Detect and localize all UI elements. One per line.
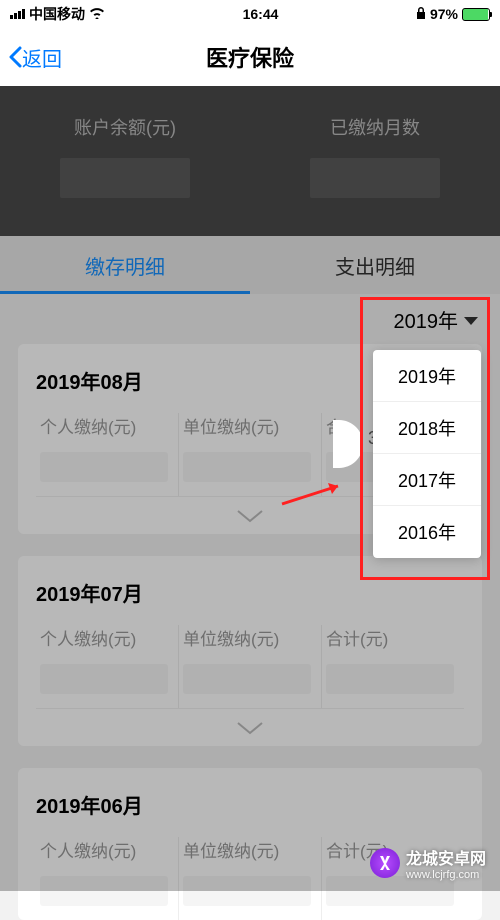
back-button[interactable]: 返回 <box>0 43 62 72</box>
chevron-down-icon <box>464 308 478 331</box>
total-col: 合计(元) <box>322 625 464 708</box>
company-col: 单位缴纳(元) <box>179 837 322 920</box>
watermark: 龙城安卓网 www.lcjrfg.com <box>370 845 486 881</box>
carrier-label: 中国移动 <box>29 4 85 24</box>
tab-expense[interactable]: 支出明细 <box>250 236 500 294</box>
year-current: 2019年 <box>394 305 459 334</box>
chevron-down-icon <box>236 509 264 523</box>
tab-deposit[interactable]: 缴存明细 <box>0 236 250 294</box>
dropdown-item-2018[interactable]: 2018年 <box>373 402 481 454</box>
record-card: 2019年07月 个人缴纳(元) 单位缴纳(元) 合计(元) <box>18 556 482 746</box>
status-time: 16:44 <box>243 6 279 22</box>
dropdown-item-2019[interactable]: 2019年 <box>373 350 481 402</box>
personal-col: 个人缴纳(元) <box>36 837 179 920</box>
record-month: 2019年07月 <box>36 578 464 607</box>
back-label: 返回 <box>22 43 62 72</box>
watermark-url: www.lcjrfg.com <box>406 869 486 881</box>
status-left: 中国移动 <box>10 4 105 24</box>
balance-label: 账户余额(元) <box>0 114 250 140</box>
tabs: 缴存明细 支出明细 <box>0 236 500 294</box>
chevron-left-icon <box>8 46 22 68</box>
annotation-arrow <box>280 480 350 511</box>
status-bar: 中国移动 16:44 97% <box>0 0 500 28</box>
lock-icon <box>416 6 426 22</box>
year-dropdown-menu: 2019年 2018年 2017年 2016年 <box>373 350 481 558</box>
watermark-logo-icon <box>370 848 400 878</box>
dropdown-item-2016[interactable]: 2016年 <box>373 506 481 558</box>
months-label: 已缴纳月数 <box>250 114 500 140</box>
months-summary: 已缴纳月数 <box>250 114 500 208</box>
battery-pct: 97% <box>430 6 458 22</box>
year-selector[interactable]: 2019年 <box>0 294 500 344</box>
personal-col: 个人缴纳(元) <box>36 413 179 496</box>
watermark-name: 龙城安卓网 <box>406 845 486 869</box>
nav-bar: 返回 医疗保险 <box>0 28 500 86</box>
wifi-icon <box>89 6 105 22</box>
record-month: 2019年06月 <box>36 790 464 819</box>
expand-toggle[interactable] <box>36 708 464 746</box>
chevron-down-icon <box>236 721 264 735</box>
battery-icon <box>462 8 490 21</box>
status-right: 97% <box>416 6 490 22</box>
balance-summary: 账户余额(元) <box>0 114 250 208</box>
summary-panel: 账户余额(元) 已缴纳月数 <box>0 86 500 236</box>
personal-col: 个人缴纳(元) <box>36 625 179 708</box>
company-col: 单位缴纳(元) <box>179 625 322 708</box>
signal-icon <box>10 9 25 19</box>
page-title: 医疗保险 <box>206 41 294 73</box>
dropdown-item-2017[interactable]: 2017年 <box>373 454 481 506</box>
months-value <box>310 158 440 198</box>
record-card: 2019年06月 个人缴纳(元) 单位缴纳(元) 合计(元) <box>18 768 482 920</box>
balance-value <box>60 158 190 198</box>
